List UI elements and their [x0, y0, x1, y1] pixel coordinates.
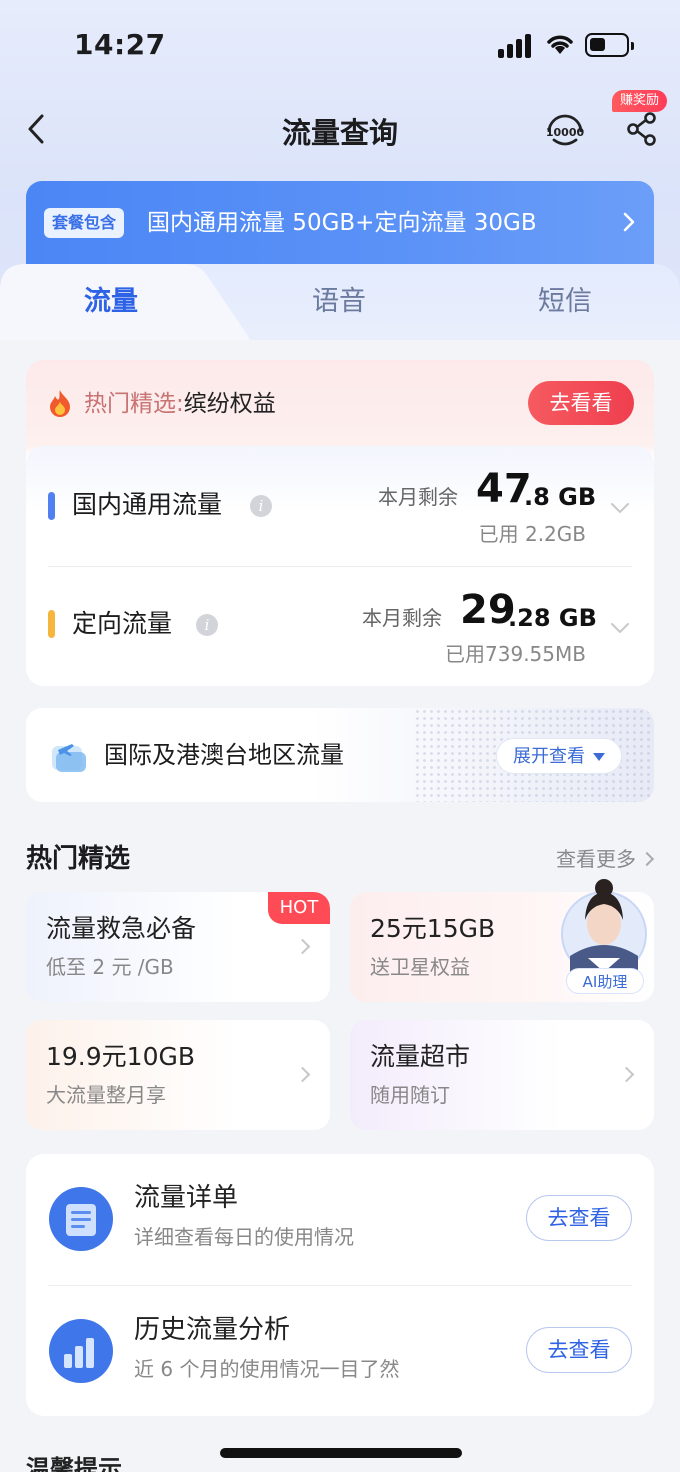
color-bar — [48, 492, 55, 520]
chevron-right-icon — [639, 851, 655, 867]
product-title: 流量救急必备 — [46, 914, 197, 943]
svg-text:10000: 10000 — [546, 126, 585, 139]
tab-sms[interactable]: 短信 — [538, 284, 592, 320]
package-text: 国内通用流量 50GB+定向流量 30GB — [147, 210, 537, 236]
remain-value-dec: .8 GB — [524, 483, 597, 511]
view-button[interactable]: 去查看 — [526, 1327, 632, 1373]
tab-data[interactable]: 流量 — [84, 284, 138, 320]
detail-row-usage-list[interactable]: 流量详单 详细查看每日的使用情况 去查看 — [26, 1154, 654, 1284]
go-see-button[interactable]: 去看看 — [528, 381, 634, 425]
usage-name: 国内通用流量 — [72, 490, 223, 519]
chevron-right-icon — [618, 1066, 635, 1083]
ai-assistant-label[interactable]: AI助理 — [566, 968, 644, 994]
customer-service-icon[interactable]: 10000 — [544, 110, 586, 150]
chevron-right-icon — [294, 938, 311, 955]
view-button[interactable]: 去查看 — [526, 1195, 632, 1241]
chevron-down-icon — [611, 503, 629, 514]
detail-title: 流量详单 — [134, 1183, 239, 1213]
chevron-right-icon — [294, 1066, 311, 1083]
see-more-link[interactable]: 查看更多 — [556, 844, 655, 874]
product-card[interactable]: 流量救急必备 低至 2 元 /GB HOT — [26, 892, 330, 1002]
remain-label: 本月剩余 — [362, 606, 442, 630]
wifi-icon — [547, 35, 573, 54]
detail-subtitle: 近 6 个月的使用情况一目了然 — [134, 1357, 400, 1381]
home-indicator[interactable] — [220, 1448, 462, 1458]
color-bar — [48, 610, 55, 638]
detail-title: 历史流量分析 — [134, 1315, 291, 1345]
remain-label: 本月剩余 — [378, 485, 458, 509]
fire-icon — [50, 390, 70, 417]
tab-bar: 流量 语音 短信 — [0, 264, 680, 340]
international-data-card[interactable]: 国际及港澳台地区流量 展开查看 — [26, 708, 654, 802]
international-data-label: 国际及港澳台地区流量 — [104, 741, 344, 769]
product-subtitle: 大流量整月享 — [46, 1083, 166, 1107]
detail-subtitle: 详细查看每日的使用情况 — [134, 1225, 354, 1249]
usage-row-directed[interactable]: 定向流量 i 本月剩余 29 .28 GB 已用739.55MB — [26, 566, 654, 686]
hot-strip-text[interactable]: 热门精选:缤纷权益 — [84, 388, 276, 420]
usage-list: 国内通用流量 i 本月剩余 47 .8 GB 已用 2.2GB 定向流量 i 本… — [26, 446, 654, 686]
status-bar: 14:27 — [0, 0, 680, 90]
product-card[interactable]: 19.9元10GB 大流量整月享 — [26, 1020, 330, 1130]
product-card[interactable]: 流量超市 随用随订 — [350, 1020, 654, 1130]
plane-icon — [52, 744, 86, 772]
expand-button[interactable]: 展开查看 — [496, 738, 622, 774]
chevron-down-icon — [611, 623, 629, 634]
hot-badge: HOT — [268, 892, 330, 924]
usage-card: 热门精选:缤纷权益 去看看 国内通用流量 i 本月剩余 47 .8 GB 已用 … — [26, 360, 654, 686]
tips-title: 温馨提示 — [26, 1455, 122, 1472]
product-title: 25元15GB — [370, 914, 496, 943]
detail-row-history[interactable]: 历史流量分析 近 6 个月的使用情况一目了然 去查看 — [26, 1286, 654, 1416]
product-subtitle: 送卫星权益 — [370, 955, 470, 979]
reward-badge[interactable]: 赚奖励 — [612, 90, 668, 112]
chevron-right-icon — [623, 212, 635, 232]
bar-chart-icon — [49, 1319, 113, 1383]
product-subtitle: 低至 2 元 /GB — [46, 955, 174, 979]
package-banner[interactable]: 套餐包含 国内通用流量 50GB+定向流量 30GB — [26, 181, 654, 267]
battery-icon — [585, 33, 634, 57]
used-value: 已用739.55MB — [445, 642, 586, 666]
info-icon[interactable]: i — [196, 614, 218, 636]
used-value: 已用 2.2GB — [478, 522, 586, 546]
product-title: 流量超市 — [370, 1042, 471, 1071]
package-tag: 套餐包含 — [44, 208, 125, 238]
usage-name: 定向流量 — [72, 609, 173, 638]
signal-icon — [498, 32, 534, 58]
remain-value-dec: .28 GB — [508, 604, 597, 632]
caret-down-icon — [593, 753, 605, 761]
product-title: 19.9元10GB — [46, 1042, 195, 1071]
section-title-hot: 热门精选 — [26, 844, 131, 874]
document-icon — [49, 1187, 113, 1251]
status-time: 14:27 — [74, 28, 166, 61]
tab-voice[interactable]: 语音 — [312, 284, 366, 320]
usage-row-domestic[interactable]: 国内通用流量 i 本月剩余 47 .8 GB 已用 2.2GB — [26, 446, 654, 566]
share-icon[interactable] — [624, 108, 660, 148]
product-subtitle: 随用随订 — [370, 1083, 450, 1107]
detail-card: 流量详单 详细查看每日的使用情况 去查看 历史流量分析 近 6 个月的使用情况一… — [26, 1154, 654, 1416]
info-icon[interactable]: i — [250, 495, 272, 517]
